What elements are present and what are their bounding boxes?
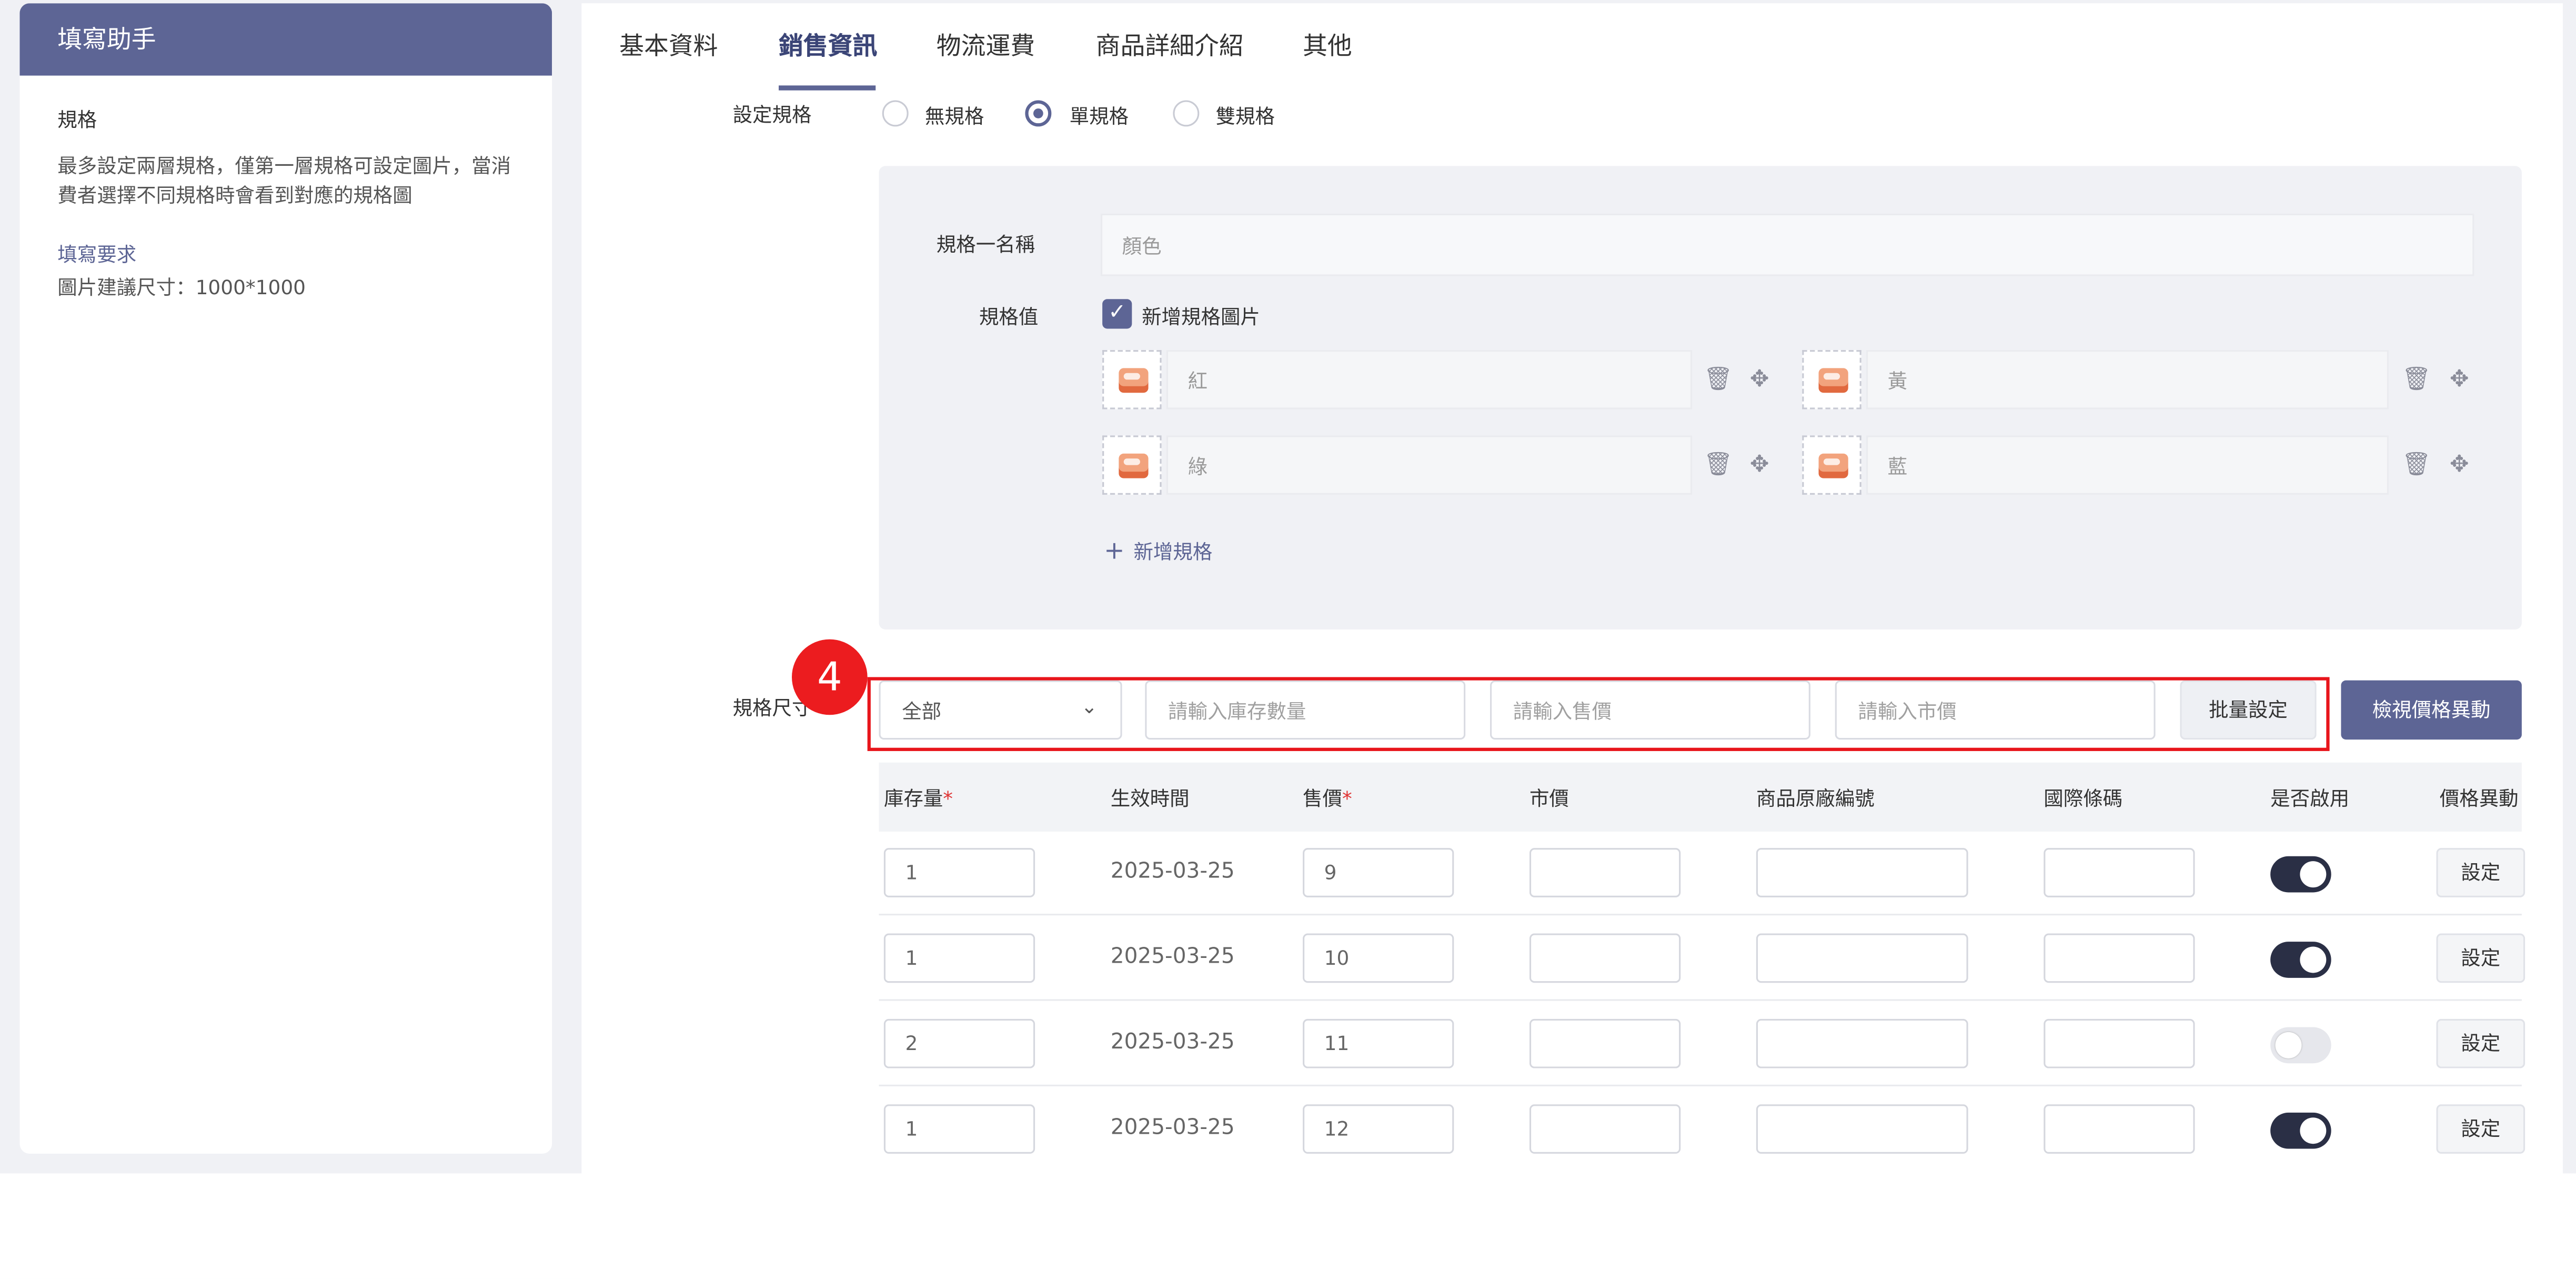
barcode-cell-input[interactable]	[2044, 933, 2195, 983]
radio-no-spec-label[interactable]: 無規格	[925, 102, 984, 130]
move-icon[interactable]: ✥	[1746, 452, 1773, 478]
view-price-changes-button[interactable]: 檢視價格異動	[2341, 680, 2522, 740]
column-header-stock: 庫存量*	[883, 787, 953, 811]
add-spec-image-checkbox[interactable]: ✓	[1102, 299, 1132, 329]
tab-basic-info[interactable]: 基本資料	[619, 28, 718, 63]
helper-requirement-body: 圖片建議尺寸：1000*1000	[57, 276, 306, 299]
trash-icon[interactable]: 🗑	[1704, 452, 1733, 478]
original-code-cell-input[interactable]	[1756, 933, 1968, 983]
spec-image-thumb[interactable]	[1102, 435, 1162, 495]
column-header-price: 售價*	[1303, 787, 1352, 811]
trash-icon[interactable]: 🗑	[1704, 366, 1733, 393]
market-price-cell-input[interactable]	[1529, 848, 1681, 897]
page-stage: 填寫助手 規格 最多設定兩層規格，僅第一層規格可設定圖片，當消費者選擇不同規格時…	[0, 0, 2576, 1279]
column-header-enabled: 是否啟用	[2270, 787, 2350, 811]
helper-title: 填寫助手	[19, 3, 552, 76]
trash-icon[interactable]: 🗑	[2402, 452, 2431, 478]
spec-one-name-placeholder: 顏色	[1122, 234, 1162, 257]
market-price-cell-input[interactable]	[1529, 933, 1681, 983]
radio-single-spec[interactable]	[1025, 100, 1052, 127]
row-divider	[879, 1084, 2522, 1086]
page-bottom-blank	[0, 1173, 2576, 1279]
tab-shipping[interactable]: 物流運費	[937, 28, 1035, 63]
stock-cell-input[interactable]: 1	[883, 1104, 1035, 1154]
price-change-set-button[interactable]: 設定	[2436, 1104, 2525, 1154]
image-placeholder-icon	[1119, 453, 1149, 478]
effective-date-cell: 2025-03-25	[1110, 1116, 1235, 1141]
helper-requirement-title: 填寫要求	[57, 243, 137, 266]
price-cell-input[interactable]: 12	[1303, 1104, 1454, 1154]
enabled-toggle[interactable]	[2270, 1112, 2331, 1149]
column-header-price-change: 價格異動	[2439, 787, 2519, 811]
move-icon[interactable]: ✥	[2446, 452, 2472, 478]
effective-date-cell: 2025-03-25	[1110, 860, 1235, 884]
tab-product-details[interactable]: 商品詳細介紹	[1096, 28, 1244, 63]
barcode-cell-input[interactable]	[2044, 1104, 2195, 1154]
move-icon[interactable]: ✥	[1746, 366, 1773, 393]
tab-sales-info[interactable]: 銷售資訊	[779, 28, 877, 63]
market-price-cell-input[interactable]	[1529, 1104, 1681, 1154]
row-divider	[879, 914, 2522, 916]
spec-value-input[interactable]: 紅	[1166, 350, 1693, 409]
stock-cell-input[interactable]: 1	[883, 848, 1035, 897]
radio-no-spec[interactable]	[882, 100, 909, 127]
active-tab-indicator	[779, 85, 876, 91]
spec-one-name-label: 規格一名稱	[936, 233, 1035, 257]
annotation-highlight-box	[867, 677, 2330, 751]
original-code-cell-input[interactable]	[1756, 1104, 1968, 1154]
spec-value-text: 藍	[1887, 454, 1908, 478]
price-change-set-button[interactable]: 設定	[2436, 848, 2525, 897]
image-placeholder-icon	[1818, 453, 1848, 478]
barcode-cell-input[interactable]	[2044, 1018, 2195, 1068]
move-icon[interactable]: ✥	[2446, 366, 2472, 393]
column-header-original-code: 商品原廠編號	[1756, 787, 1875, 811]
spec-value-text: 綠	[1188, 454, 1208, 478]
enabled-toggle[interactable]	[2270, 942, 2331, 978]
spec-image-thumb[interactable]	[1802, 435, 1861, 495]
price-change-set-button[interactable]: 設定	[2436, 1018, 2525, 1068]
original-code-cell-input[interactable]	[1756, 848, 1968, 897]
radio-double-spec[interactable]	[1173, 100, 1200, 127]
price-change-set-button[interactable]: 設定	[2436, 933, 2525, 983]
column-header-effective-date: 生效時間	[1110, 787, 1190, 811]
spec-value-text: 黃	[1887, 368, 1908, 392]
enabled-toggle[interactable]	[2270, 856, 2331, 893]
stock-cell-input[interactable]: 1	[883, 933, 1035, 983]
helper-section-body: 最多設定兩層規格，僅第一層規格可設定圖片，當消費者選擇不同規格時會看到對應的規格…	[57, 154, 511, 207]
spec-value-label: 規格值	[979, 305, 1039, 329]
tab-other[interactable]: 其他	[1303, 28, 1352, 63]
column-header-barcode: 國際條碼	[2044, 787, 2123, 811]
spec-value-input[interactable]: 黃	[1866, 350, 2389, 409]
radio-single-spec-label[interactable]: 單規格	[1070, 102, 1129, 130]
effective-date-cell: 2025-03-25	[1110, 1030, 1235, 1055]
original-code-cell-input[interactable]	[1756, 1018, 1968, 1068]
spec-value-input[interactable]: 綠	[1166, 435, 1693, 495]
market-price-cell-input[interactable]	[1529, 1018, 1681, 1068]
add-spec-link[interactable]: 新增規格	[1133, 537, 1212, 565]
trash-icon[interactable]: 🗑	[2402, 366, 2431, 393]
effective-date-cell: 2025-03-25	[1110, 945, 1235, 970]
spec-image-thumb[interactable]	[1102, 350, 1162, 409]
annotation-step-marker: 4	[791, 639, 868, 715]
enabled-toggle[interactable]	[2270, 1027, 2331, 1064]
spec-image-thumb[interactable]	[1802, 350, 1861, 409]
radio-double-spec-label[interactable]: 雙規格	[1216, 102, 1275, 130]
spec-value-input[interactable]: 藍	[1866, 435, 2389, 495]
spec-setting-label: 設定規格	[732, 103, 812, 127]
row-divider	[879, 999, 2522, 1001]
add-spec-image-label[interactable]: 新增規格圖片	[1142, 303, 1260, 331]
column-header-market-price: 市價	[1529, 787, 1569, 811]
image-placeholder-icon	[1818, 368, 1848, 393]
barcode-cell-input[interactable]	[2044, 848, 2195, 897]
spec-one-name-input[interactable]: 顏色	[1101, 213, 2474, 276]
price-cell-input[interactable]: 10	[1303, 933, 1454, 983]
helper-section-title: 規格	[57, 108, 97, 132]
stock-cell-input[interactable]: 2	[883, 1018, 1035, 1068]
price-cell-input[interactable]: 11	[1303, 1018, 1454, 1068]
helper-panel: 填寫助手 規格 最多設定兩層規格，僅第一層規格可設定圖片，當消費者選擇不同規格時…	[19, 3, 552, 1154]
price-cell-input[interactable]: 9	[1303, 848, 1454, 897]
spec-value-text: 紅	[1188, 368, 1208, 392]
plus-icon[interactable]: +	[1104, 536, 1124, 565]
image-placeholder-icon	[1119, 368, 1149, 393]
